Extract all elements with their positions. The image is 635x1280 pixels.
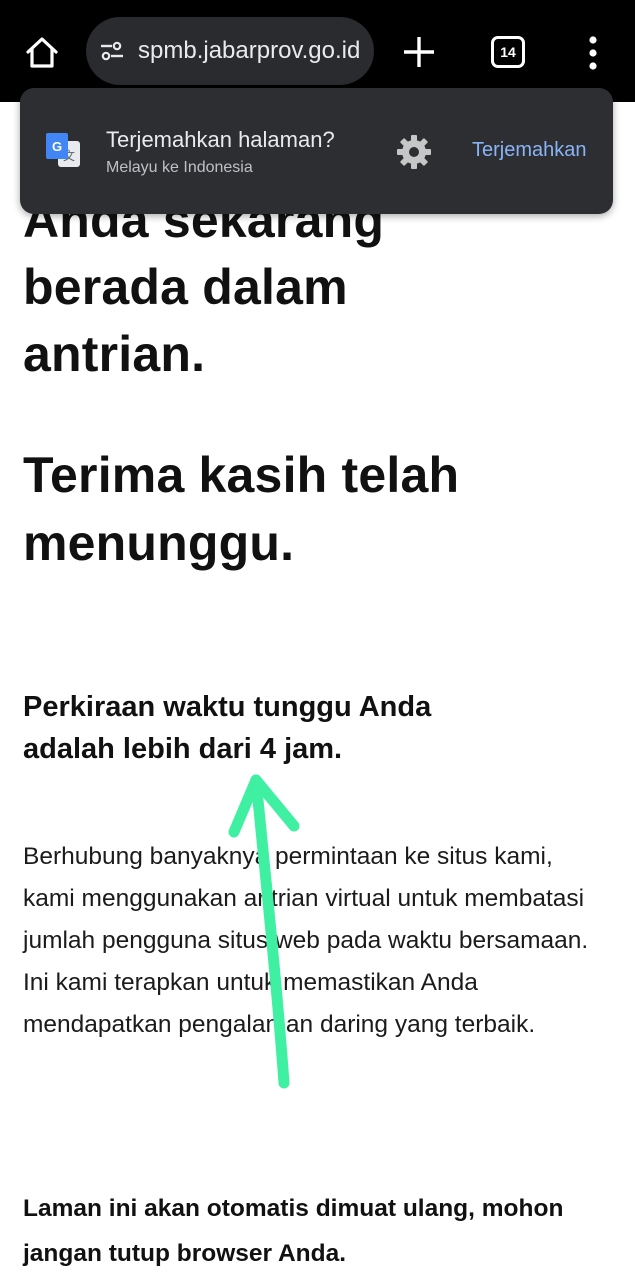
wait-time-line-2: adalah lebih dari 4 jam. — [23, 733, 343, 765]
home-button[interactable] — [20, 32, 64, 72]
home-icon — [26, 37, 58, 68]
reload-notice: Laman ini akan otomatis dimuat ulang, mo… — [23, 1195, 564, 1267]
address-bar[interactable]: spmb.jabarprov.go.id — [86, 17, 374, 85]
tab-count: 14 — [500, 44, 516, 60]
translate-button[interactable]: Terjemahkan — [472, 139, 587, 161]
google-translate-icon: 文 G — [46, 133, 80, 167]
translate-language-pair: Melayu ke Indonesia — [106, 159, 253, 176]
page-heading-line-3: antrian. — [23, 326, 206, 382]
wait-time-line-1: Perkiraan waktu tunggu Anda — [23, 691, 432, 723]
more-vert-icon[interactable] — [580, 34, 606, 72]
site-settings-icon[interactable] — [100, 40, 124, 62]
gear-icon[interactable] — [394, 132, 434, 172]
translate-title: Terjemahkan halaman? — [106, 127, 335, 152]
svg-text:G: G — [52, 139, 62, 154]
tab-switcher-button[interactable]: 14 — [491, 36, 525, 68]
thanks-heading-line-1: Terima kasih telah — [23, 447, 460, 503]
url-text: spmb.jabarprov.go.id — [138, 38, 361, 64]
queue-explanation: Berhubung banyaknya permintaan ke situs … — [23, 843, 589, 1038]
page-heading-line-2: berada dalam — [23, 259, 348, 315]
browser-toolbar: spmb.jabarprov.go.id 14 — [0, 0, 635, 102]
plus-icon[interactable] — [398, 31, 440, 73]
translate-prompt: 文 G Terjemahkan halaman? Melayu ke Indon… — [20, 88, 613, 214]
thanks-heading-line-2: menunggu. — [23, 515, 295, 571]
